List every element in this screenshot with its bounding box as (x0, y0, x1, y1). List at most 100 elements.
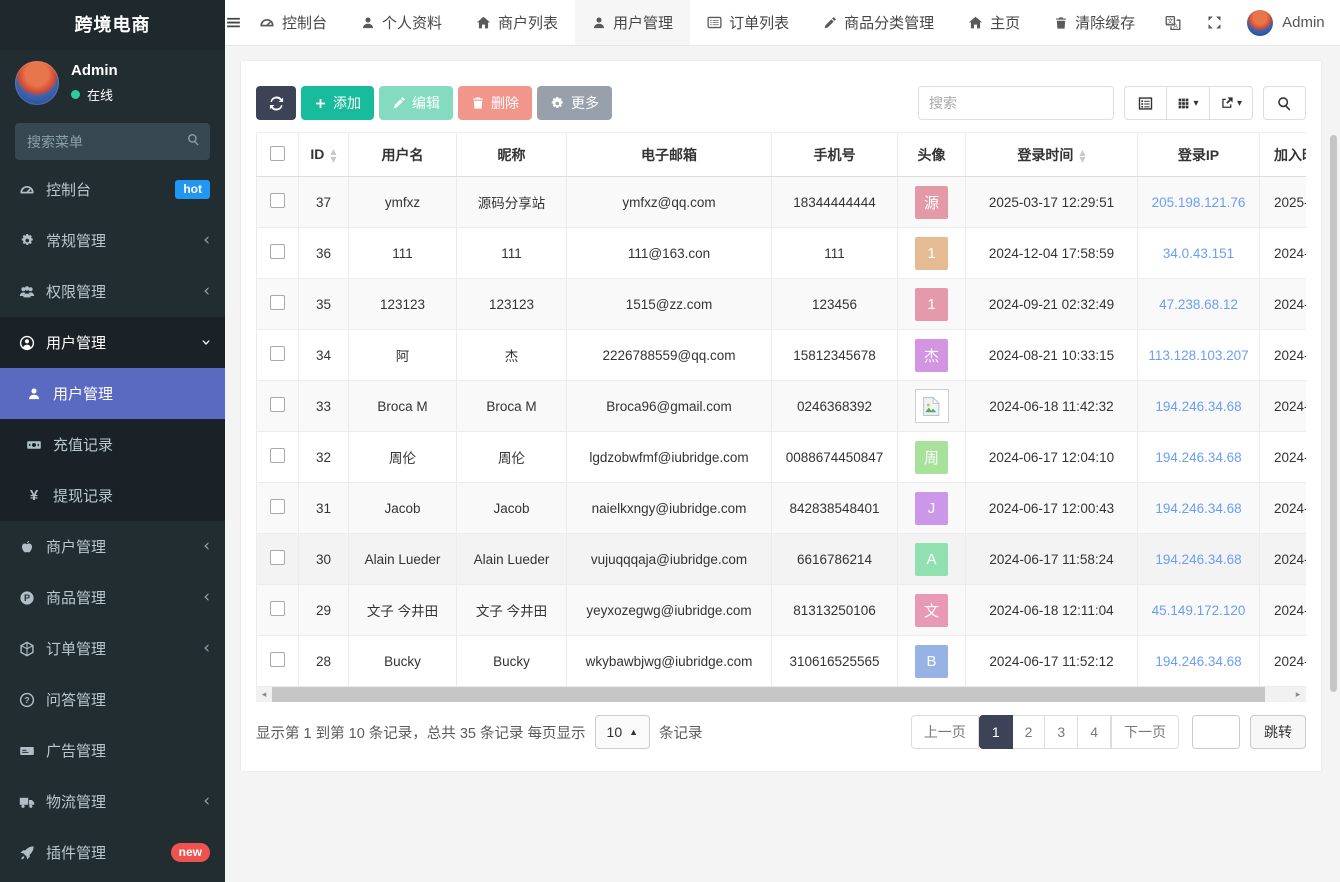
cell-login-time: 2024-06-18 11:42:32 (966, 381, 1138, 432)
sidebar-item-users-group[interactable]: 用户管理‹ (0, 317, 225, 368)
cube-icon (19, 641, 35, 657)
sidebar-item-qa[interactable]: ?问答管理 (0, 674, 225, 725)
sidebar-item-general[interactable]: 常规管理‹ (0, 215, 225, 266)
cell-join-time: 2024-06 (1260, 534, 1307, 585)
page-button-4[interactable]: 4 (1078, 715, 1111, 749)
scroll-left-arrow[interactable]: ◂ (256, 687, 272, 702)
row-checkbox[interactable] (270, 397, 285, 412)
cell-login-ip[interactable]: 47.238.68.12 (1138, 279, 1260, 330)
scroll-right-arrow[interactable]: ▸ (1290, 687, 1306, 702)
sidebar-item-dashboard[interactable]: 控制台hot (0, 164, 225, 215)
table-row: 34阿杰2226788559@qq.com15812345678杰2024-08… (257, 330, 1307, 381)
menu-search-input[interactable] (15, 123, 210, 160)
horizontal-scrollbar[interactable]: ◂ ▸ (256, 687, 1306, 702)
delete-button[interactable]: 删除 (458, 86, 532, 120)
scrollbar-track[interactable] (272, 687, 1290, 702)
tab-profile[interactable]: 个人资料 (344, 0, 459, 45)
row-checkbox[interactable] (270, 244, 285, 259)
refresh-button[interactable] (256, 86, 296, 120)
sidebar-item-ads[interactable]: 广告管理 (0, 725, 225, 776)
svg-text:P: P (24, 593, 30, 603)
tab-dashboard[interactable]: 控制台 (242, 0, 344, 45)
sidebar-item-withdraw-records[interactable]: ¥提现记录 (0, 470, 225, 521)
add-button[interactable]: 添加 (301, 86, 374, 120)
column-header[interactable]: ID▲▼ (299, 133, 349, 177)
sort-icon[interactable]: ▲▼ (330, 148, 336, 162)
hamburger-icon[interactable] (225, 0, 242, 45)
cell-login-ip[interactable]: 194.246.34.68 (1138, 381, 1260, 432)
fullscreen-icon[interactable] (1194, 0, 1235, 45)
cell-login-ip[interactable]: 194.246.34.68 (1138, 483, 1260, 534)
avatar: 杰 (915, 339, 948, 372)
prev-page-button[interactable]: 上一页 (911, 715, 979, 749)
hot-badge: hot (175, 180, 210, 199)
row-checkbox[interactable] (270, 601, 285, 616)
tab-home[interactable]: 主页 (951, 0, 1037, 45)
cell-id: 34 (299, 330, 349, 381)
row-checkbox[interactable] (270, 550, 285, 565)
columns-button[interactable]: ▾ (1167, 86, 1210, 120)
vertical-scrollbar-thumb[interactable] (1330, 135, 1337, 692)
column-header[interactable]: 登录时间▲▼ (966, 133, 1138, 177)
row-checkbox[interactable] (270, 193, 285, 208)
cell-login-ip[interactable]: 194.246.34.68 (1138, 636, 1260, 687)
page-button-2[interactable]: 2 (1013, 715, 1046, 749)
sidebar-item-products[interactable]: P商品管理‹ (0, 572, 225, 623)
jump-button[interactable]: 跳转 (1250, 715, 1306, 749)
row-checkbox[interactable] (270, 448, 285, 463)
broken-image-icon (915, 389, 949, 423)
sidebar-item-recharge-records[interactable]: 充值记录 (0, 419, 225, 470)
edit-button[interactable]: 编辑 (379, 86, 453, 120)
search-input[interactable] (918, 86, 1114, 120)
page-button-1[interactable]: 1 (979, 715, 1013, 749)
top-navbar: 控制台个人资料商户列表用户管理订单列表商品分类管理主页清除缓存 文A Admin (225, 0, 1340, 46)
cell-login-ip[interactable]: 194.246.34.68 (1138, 432, 1260, 483)
user-circle-icon (19, 335, 35, 351)
sidebar-item-permissions[interactable]: 权限管理‹ (0, 266, 225, 317)
more-button[interactable]: 更多 (537, 86, 612, 120)
detail-view-button[interactable] (1124, 86, 1167, 120)
select-all-checkbox[interactable] (270, 146, 285, 161)
sidebar-item-merchants[interactable]: 商户管理‹ (0, 521, 225, 572)
page-size-select[interactable]: 10 ▲ (595, 715, 651, 749)
cell-login-ip[interactable]: 45.149.172.120 (1138, 585, 1260, 636)
svg-text:A: A (1174, 23, 1179, 30)
language-icon[interactable]: 文A (1152, 0, 1194, 45)
tab-clear-cache[interactable]: 清除缓存 (1037, 0, 1152, 45)
cell-login-ip[interactable]: 194.246.34.68 (1138, 534, 1260, 585)
next-page-button[interactable]: 下一页 (1111, 715, 1179, 749)
tab-user-management[interactable]: 用户管理 (575, 0, 690, 45)
row-checkbox[interactable] (270, 295, 285, 310)
jump-page-input[interactable] (1192, 715, 1240, 749)
sidebar-item-plugins[interactable]: 插件管理new (0, 827, 225, 878)
sidebar-item-users[interactable]: 用户管理 (0, 368, 225, 419)
column-header: 加入时间 (1260, 133, 1307, 177)
page-button-3[interactable]: 3 (1045, 715, 1078, 749)
cell-id: 37 (299, 177, 349, 228)
tab-order-list[interactable]: 订单列表 (690, 0, 806, 45)
tab-merchant-list[interactable]: 商户列表 (459, 0, 575, 45)
cell-login-ip[interactable]: 113.128.103.207 (1138, 330, 1260, 381)
row-checkbox[interactable] (270, 499, 285, 514)
cell-email: 111@163.con (567, 228, 772, 279)
sort-icon[interactable]: ▲▼ (1079, 149, 1085, 163)
cell-login-ip[interactable]: 34.0.43.151 (1138, 228, 1260, 279)
row-checkbox[interactable] (270, 346, 285, 361)
settings-gears-icon[interactable] (1337, 0, 1340, 45)
cell-username: 123123 (349, 279, 457, 330)
chevron-left-icon: ‹ (203, 232, 210, 249)
cell-login-ip[interactable]: 205.198.121.76 (1138, 177, 1260, 228)
app-title: 跨境电商 (0, 0, 225, 50)
scrollbar-thumb[interactable] (272, 687, 1265, 702)
navbar-user[interactable]: Admin (1235, 10, 1337, 36)
table-body: 37ymfxz源码分享站ymfxz@qq.com18344444444源2025… (257, 177, 1307, 687)
user-panel: Admin 在线 (0, 50, 225, 111)
row-checkbox[interactable] (270, 652, 285, 667)
search-button[interactable] (1263, 86, 1306, 120)
ad-icon (19, 743, 35, 759)
export-button[interactable]: ▾ (1210, 86, 1253, 120)
sidebar-item-orders[interactable]: 订单管理‹ (0, 623, 225, 674)
sidebar-item-logistics[interactable]: 物流管理‹ (0, 776, 225, 827)
cell-nick: Bucky (457, 636, 567, 687)
tab-product-category[interactable]: 商品分类管理 (806, 0, 951, 45)
